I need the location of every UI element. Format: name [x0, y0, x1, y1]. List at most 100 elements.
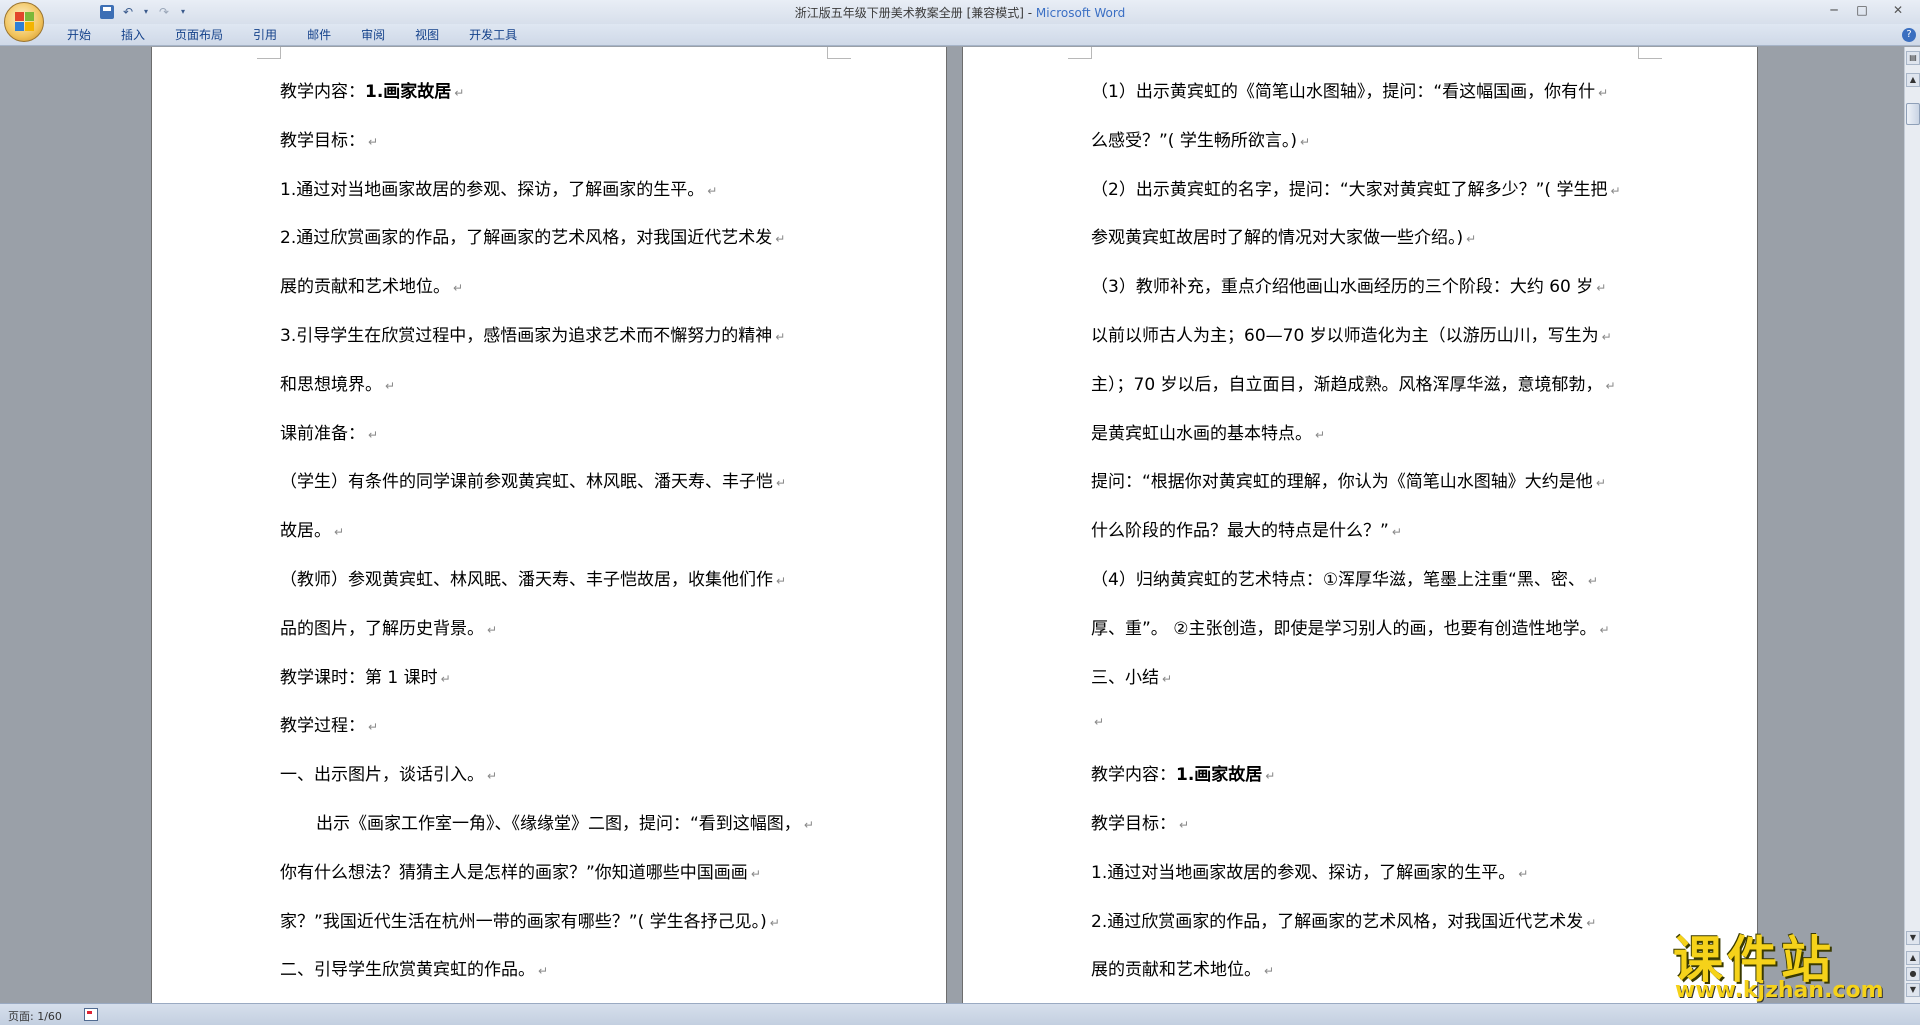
tab-page-layout[interactable]: 页面布局	[160, 27, 238, 45]
document-line: 2.通过欣赏画家的作品，了解画家的艺术风格，对我国近代艺术发 ↵	[280, 223, 785, 248]
tab-home[interactable]: 开始	[52, 27, 106, 45]
line-text: 3.引导学生在欣赏过程中，感悟画家为追求艺术而不懈努力的精神	[280, 326, 773, 346]
close-button[interactable]: ✕	[1876, 0, 1920, 20]
paragraph-mark-icon: ↵	[385, 378, 396, 393]
paragraph-mark-icon: ↵	[487, 622, 498, 637]
document-line: 提问：“根据你对黄宾虹的理解，你认为《简笔山水图轴》大约是他 ↵	[1091, 467, 1606, 492]
line-text: 2.通过欣赏画家的作品，了解画家的艺术风格，对我国近代艺术发	[280, 228, 773, 249]
document-line: （3）教师补充，重点介绍他画山水画经历的三个阶段：大约 60 岁 ↵	[1091, 272, 1606, 297]
line-text: 么感受？”( 学生畅所欲言。)	[1091, 130, 1297, 151]
document-line: 和思想境界。 ↵	[280, 370, 395, 395]
line-text: 厚、重”。 ②主张创造，即使是学习别人的画，也要有创造性地学。	[1091, 618, 1597, 639]
tab-insert[interactable]: 插入	[106, 27, 160, 45]
document-line: 你有什么想法？猜猜主人是怎样的画家？”你知道哪些中国画画 ↵	[280, 858, 761, 883]
document-line: ↵	[1091, 711, 1104, 731]
line-text: 二、引导学生欣赏黄宾虹的作品。	[280, 960, 535, 981]
paragraph-mark-icon: ↵	[775, 330, 786, 344]
line-text: 1.通过对当地画家故居的参观、探访，了解画家的生平。	[1091, 862, 1516, 883]
scroll-up-icon[interactable]: ▲	[1906, 73, 1920, 87]
paragraph-mark-icon: ↵	[334, 525, 345, 540]
line-text: 三、小结	[1091, 667, 1159, 688]
tab-view[interactable]: 视图	[400, 27, 454, 45]
document-line: 1.通过对当地画家故居的参观、探访，了解画家的生平。 ↵	[280, 175, 717, 200]
paragraph-mark-icon: ↵	[803, 818, 814, 832]
crop-mark	[827, 47, 851, 59]
office-button[interactable]	[4, 2, 44, 42]
document-line: 教学课时：第 1 课时 ↵	[280, 663, 451, 688]
help-icon[interactable]: ?	[1902, 28, 1916, 42]
document-line: 什么阶段的作品？最大的特点是什么？” ↵	[1091, 516, 1402, 541]
line-bold-title: 1.画家故居	[365, 82, 452, 102]
paragraph-mark-icon: ↵	[776, 574, 787, 588]
watermark-url: www.kjzhan.com	[1675, 978, 1884, 1003]
line-text: 和思想境界。	[280, 374, 382, 395]
line-text: 展的贡献和艺术地位。	[1091, 960, 1261, 981]
line-text: 2.通过欣赏画家的作品，了解画家的艺术风格，对我国近代艺术发	[1091, 911, 1584, 932]
line-text: （3）教师补充，重点介绍他画山水画经历的三个阶段：大约 60 岁	[1091, 277, 1594, 298]
document-line: 2.通过欣赏画家的作品，了解画家的艺术风格，对我国近代艺术发 ↵	[1091, 907, 1596, 932]
line-text: 一、出示图片，谈话引入。	[280, 765, 484, 786]
line-text: （教师）参观黄宾虹、林风眠、潘天寿、丰子恺故居，收集他们作	[280, 570, 773, 590]
paragraph-mark-icon: ↵	[769, 915, 780, 930]
paragraph-mark-icon: ↵	[1466, 232, 1477, 247]
line-text: 课前准备：	[280, 423, 365, 444]
line-text: 教学目标：	[280, 130, 365, 151]
paragraph-mark-icon: ↵	[368, 720, 379, 735]
window-controls: ─ □ ✕	[1820, 0, 1920, 20]
tab-references[interactable]: 引用	[238, 27, 292, 45]
paragraph-mark-icon: ↵	[1595, 476, 1606, 491]
line-text: 主）；70 岁以后，自立面目，渐趋成熟。风格浑厚华滋，意境郁勃，	[1091, 374, 1603, 395]
window-title: 浙江版五年级下册美术教案全册 [兼容模式] - Microsoft Word	[0, 4, 1920, 21]
document-line: 么感受？”( 学生畅所欲言。) ↵	[1091, 126, 1310, 151]
paragraph-mark-icon: ↵	[487, 769, 498, 784]
crop-mark	[1068, 47, 1092, 59]
ribbon-tabs: 开始 插入 页面布局 引用 邮件 审阅 视图 开发工具	[52, 27, 532, 45]
document-line: 参观黄宾虹故居时了解的情况对大家做一些介绍。) ↵	[1091, 223, 1476, 248]
paragraph-mark-icon: ↵	[1587, 574, 1598, 588]
paragraph-mark-icon: ↵	[1094, 715, 1105, 730]
maximize-button[interactable]: □	[1848, 0, 1876, 20]
paragraph-mark-icon: ↵	[368, 134, 379, 149]
paragraph-mark-icon: ↵	[1179, 818, 1190, 832]
line-text: 1.通过对当地画家故居的参观、探访，了解画家的生平。	[280, 179, 705, 200]
document-line: 三、小结 ↵	[1091, 663, 1172, 688]
document-line: 展的贡献和艺术地位。 ↵	[280, 272, 463, 297]
document-area: 教学内容：1.画家故居 ↵ 教学目标： ↵ 1.通过对当地画家故居的参观、探访，了解画家…	[0, 47, 1900, 1003]
paragraph-mark-icon: ↵	[750, 866, 761, 881]
vertical-scrollbar[interactable]: ▤ ▲ ▼ ▲ ● ▼	[1904, 47, 1920, 1003]
page-indicator[interactable]: 页面: 1/60	[8, 1008, 62, 1024]
paragraph-mark-icon: ↵	[707, 183, 718, 198]
tab-mailings[interactable]: 邮件	[292, 27, 346, 45]
line-text: （1）出示黄宾虹的《简笔山水图轴》，提问：“看这幅国画，你有什	[1091, 82, 1596, 102]
line-text: 以前以师古人为主；60—70 岁以师造化为主（以游历山川，写生为	[1091, 326, 1599, 346]
paragraph-mark-icon: ↵	[1596, 281, 1607, 296]
line-bold-title: 1.画家故居	[1176, 765, 1263, 786]
document-line: 以前以师古人为主；60—70 岁以师造化为主（以游历山川，写生为 ↵	[1091, 321, 1612, 346]
minimize-button[interactable]: ─	[1820, 0, 1848, 20]
title-bar: ↶ ▾ ↷ ▾ 浙江版五年级下册美术教案全册 [兼容模式] - Microsof…	[0, 0, 1920, 24]
line-text: 你有什么想法？猜猜主人是怎样的画家？”你知道哪些中国画画	[280, 862, 748, 883]
line-text: （4）归纳黄宾虹的艺术特点：①浑厚华滋，笔墨上注重“黑、密、	[1091, 570, 1585, 590]
tab-developer[interactable]: 开发工具	[454, 27, 532, 45]
ruler-toggle-icon[interactable]: ▤	[1906, 51, 1920, 65]
paragraph-mark-icon: ↵	[1601, 330, 1612, 344]
tab-review[interactable]: 审阅	[346, 27, 400, 45]
line-text: 教学过程：	[280, 716, 365, 737]
page-right[interactable]: （1）出示黄宾虹的《简笔山水图轴》，提问：“看这幅国画，你有什 ↵ 么感受？”( 学…	[962, 47, 1758, 1003]
page-left[interactable]: 教学内容：1.画家故居 ↵ 教学目标： ↵ 1.通过对当地画家故居的参观、探访，了解画家…	[151, 47, 947, 1003]
document-line: （学生）有条件的同学课前参观黄宾虹、林风眠、潘天寿、丰子恺 ↵	[280, 467, 786, 492]
document-line: 教学过程： ↵	[280, 711, 378, 736]
document-line: 是黄宾虹山水画的基本特点。 ↵	[1091, 419, 1325, 444]
document-line: 展的贡献和艺术地位。 ↵	[1091, 955, 1274, 980]
paragraph-mark-icon: ↵	[1605, 378, 1616, 393]
document-line: 主）；70 岁以后，自立面目，渐趋成熟。风格浑厚华滋，意境郁勃， ↵	[1091, 370, 1616, 395]
line-text: 故居。	[280, 521, 331, 542]
proofing-status-icon[interactable]	[84, 1008, 98, 1021]
document-line: （1）出示黄宾虹的《简笔山水图轴》，提问：“看这幅国画，你有什 ↵	[1091, 77, 1608, 102]
line-text: 品的图片，了解历史背景。	[280, 618, 484, 639]
line-text: 参观黄宾虹故居时了解的情况对大家做一些介绍。)	[1091, 228, 1464, 249]
paragraph-mark-icon: ↵	[1599, 622, 1610, 637]
scrollbar-thumb[interactable]	[1906, 103, 1920, 125]
paragraph-mark-icon: ↵	[1610, 183, 1621, 198]
line-text: （2）出示黄宾虹的名字，提问：“大家对黄宾虹了解多少？”( 学生把	[1091, 179, 1608, 200]
